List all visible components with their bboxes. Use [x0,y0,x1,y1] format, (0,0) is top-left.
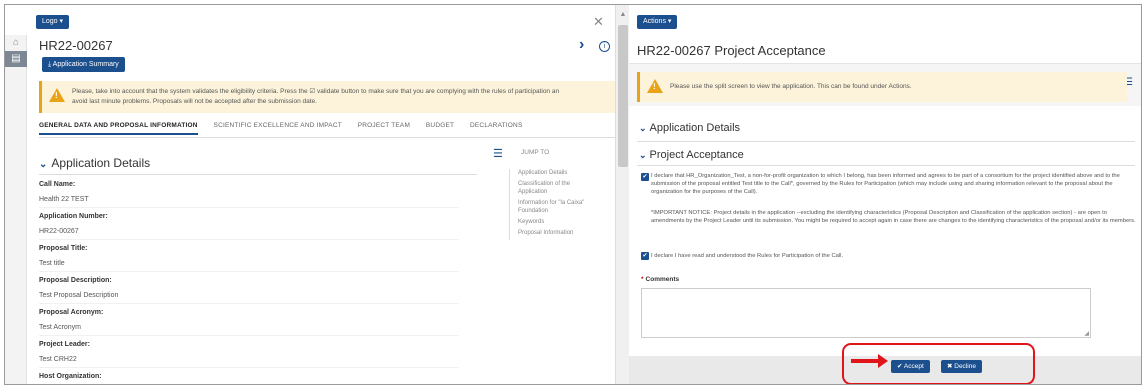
scrollbar-thumb[interactable] [618,25,628,167]
field-value: Test Acronym [39,320,459,336]
jump-link-application-details[interactable]: Application Details [518,169,595,177]
field-value: Health 22 TEST [39,192,459,208]
jump-link-la-caixa[interactable]: Information for "la Caixa" Foundation [518,199,595,215]
chevron-down-icon: ⌄ [639,150,647,160]
warning-icon: ! [647,79,663,93]
jump-to-heading: JUMP TO [521,149,550,156]
divider [39,174,477,175]
field-label: Proposal Acronym: [39,309,104,316]
jump-to-list: Application Details Classification of th… [509,169,595,240]
tab-declarations[interactable]: DECLARATIONS [470,122,522,133]
field-label: Proposal Description: [39,277,112,284]
highlight-box [842,343,1035,384]
jump-link-proposal-information[interactable]: Proposal Information [518,229,595,237]
declaration-text-2: I declare I have read and understood the… [651,253,844,259]
section-project-acceptance[interactable]: ⌄ Project Acceptance [639,149,744,161]
application-reference: HR22-00267 [39,38,113,53]
section-application-details[interactable]: ⌄ Application Details [639,122,740,134]
application-fields: Call Name: Health 22 TEST Application Nu… [39,177,459,384]
chevron-right-icon[interactable]: › [579,37,584,53]
info-icon[interactable]: i [599,41,610,52]
declaration-checkbox-1[interactable]: ✔ [641,173,649,181]
home-icon[interactable]: ⌂ [5,35,27,51]
section-application-details[interactable]: ⌄ Application Details [39,156,150,170]
warning-icon: ! [49,88,65,102]
field-value: HR22-00267 [39,224,459,240]
divider [637,141,1135,142]
tab-scientific-excellence[interactable]: SCIENTIFIC EXCELLENCE AND IMPACT [214,122,342,133]
important-notice: *IMPORTANT NOTICE: Project details in th… [651,210,1136,224]
divider [637,165,1135,166]
actions-dropdown-button[interactable]: Actions ▾ [637,15,678,29]
tab-general-data[interactable]: GENERAL DATA AND PROPOSAL INFORMATION [39,122,198,135]
comments-textarea[interactable]: ◢ [641,288,1091,338]
side-rail: ⌂ ▤ [5,35,27,384]
field-label: Application Number: [39,213,108,220]
declaration-text-1: I declare that HR_Organization_Test, a n… [651,173,1120,195]
split-screen-warning: ! Please use the split screen to view th… [637,72,1127,102]
app-frame: Logo ▾ ✕ ⌂ ▤ HR22-00267 › i ⤓ Applicatio… [4,4,1142,385]
chevron-down-icon: ⌄ [639,123,647,133]
declaration-checkbox-2[interactable]: ✔ [641,252,649,260]
field-label: Host Organization: [39,373,102,380]
chevron-down-icon: ⌄ [39,159,48,170]
highlight-arrow-icon [851,354,888,368]
page-title: HR22-00267 Project Acceptance [637,43,826,58]
tab-budget[interactable]: BUDGET [426,122,454,133]
comments-label: * Comments [641,276,680,283]
logo-dropdown-button[interactable]: Logo ▾ [36,15,70,29]
close-icon[interactable]: ✕ [593,14,604,30]
field-value: Test Proposal Description [39,288,459,304]
application-tabs: GENERAL DATA AND PROPOSAL INFORMATION SC… [39,122,619,138]
field-label: Call Name: [39,181,76,188]
application-summary-button[interactable]: ⤓ Application Summary [42,57,125,72]
jump-link-keywords[interactable]: Keywords [518,218,595,226]
field-value: Test title [39,256,459,272]
acceptance-pane: Actions ▾ HR22-00267 Project Acceptance … [629,5,1141,384]
print-icon[interactable]: ▤ [5,51,27,67]
application-pane: Logo ▾ ✕ ⌂ ▤ HR22-00267 › i ⤓ Applicatio… [5,5,629,384]
field-label: Project Leader: [39,341,90,348]
tab-project-team[interactable]: PROJECT TEAM [358,122,410,133]
scrollbar[interactable]: ▲ [615,5,629,384]
resize-handle-icon[interactable]: ◢ [1084,330,1089,337]
scroll-up-icon[interactable]: ▲ [616,11,629,18]
list-icon[interactable]: ☰ [493,147,503,160]
field-value: Test CRH22 [39,352,459,368]
eligibility-warning: ! Please, take into account that the sys… [39,81,619,113]
field-label: Proposal Title: [39,245,88,252]
jump-link-classification[interactable]: Classification of the Application [518,180,595,196]
